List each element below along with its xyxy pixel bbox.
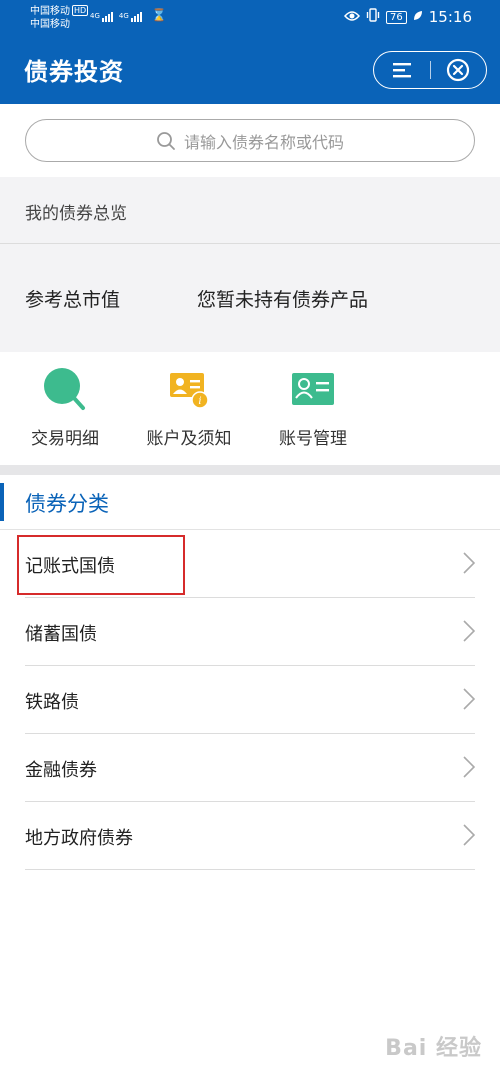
close-icon [447, 58, 470, 82]
search-input[interactable]: 请输入债券名称或代码 [25, 119, 475, 162]
chevron-right-icon [463, 824, 475, 846]
chevron-right-icon [463, 552, 475, 574]
signal-1-icon: 4G [90, 12, 113, 22]
search-placeholder: 请输入债券名称或代码 [183, 132, 344, 152]
battery-level: 76 [386, 10, 407, 24]
search-magnifier-icon [44, 368, 85, 410]
list-item-label: 金融债券 [25, 760, 97, 781]
list-item-label: 储蓄国债 [25, 624, 97, 645]
category-header: 债券分类 [0, 475, 500, 530]
vibrate-icon [366, 8, 380, 26]
category-local-government-bond[interactable]: 地方政府债券 [25, 802, 475, 870]
id-card-icon [292, 373, 334, 405]
chevron-right-icon [463, 756, 475, 778]
shortcut-label: 交易明细 [31, 429, 99, 449]
menu-icon [392, 63, 411, 78]
section-accent-bar [0, 483, 4, 521]
network-type-2: 4G [118, 12, 129, 20]
account-info-icon: i [170, 373, 209, 409]
menu-button[interactable] [374, 52, 430, 88]
close-button[interactable] [430, 52, 486, 88]
bond-overview-panel: 我的债券总览 参考总市值 您暂未持有债券产品 [0, 177, 500, 352]
shortcut-transaction-details[interactable]: 交易明细 [10, 366, 120, 449]
hourglass-icon: ⌛ [151, 8, 167, 22]
clock: 15:16 [428, 8, 472, 26]
watermark: Bai 经验 [385, 1036, 482, 1061]
list-item-label: 铁路债 [25, 692, 79, 713]
page-title: 债券投资 [24, 58, 124, 86]
carrier-info: 中国移动 HD 中国移动 [30, 5, 89, 31]
shortcut-label: 账户及须知 [146, 429, 232, 449]
leaf-icon [413, 8, 423, 26]
status-right: 76 15:16 [344, 8, 472, 26]
list-item-label: 地方政府债券 [25, 828, 133, 849]
category-railway-bond[interactable]: 铁路债 [25, 666, 475, 734]
carrier-2: 中国移动 [30, 19, 70, 30]
signal-icons: 4G 4G ⌛ [90, 8, 167, 22]
annotation-highlight-box [17, 535, 185, 595]
shortcut-account-notice[interactable]: i 账户及须知 [134, 366, 244, 449]
search-icon [157, 131, 175, 150]
chevron-right-icon [463, 688, 475, 710]
market-value-label: 参考总市值 [25, 289, 121, 311]
svg-text:i: i [198, 396, 201, 407]
shortcut-account-management[interactable]: 账号管理 [258, 366, 368, 449]
section-separator [0, 465, 500, 475]
shortcut-bar: 交易明细 i 账户及须知 账号管理 [0, 352, 500, 465]
network-type-1: 4G [90, 12, 100, 20]
overview-title: 我的债券总览 [25, 204, 127, 224]
category-savings-treasury[interactable]: 储蓄国债 [25, 598, 475, 666]
eye-icon [344, 8, 361, 26]
carrier-1: 中国移动 [30, 6, 70, 17]
shortcut-label: 账号管理 [279, 429, 347, 449]
market-value-text: 您暂未持有债券产品 [197, 289, 369, 311]
category-title: 债券分类 [25, 492, 109, 516]
mini-program-capsule [373, 51, 487, 89]
overview-divider [0, 243, 500, 244]
chevron-right-icon [463, 620, 475, 642]
app-header: 中国移动 HD 中国移动 4G 4G ⌛ 76 15:16 债券投资 [0, 0, 500, 104]
signal-2-icon: 4G [119, 12, 142, 22]
hd-badge: HD [72, 5, 89, 16]
category-financial-bond[interactable]: 金融债券 [25, 734, 475, 802]
